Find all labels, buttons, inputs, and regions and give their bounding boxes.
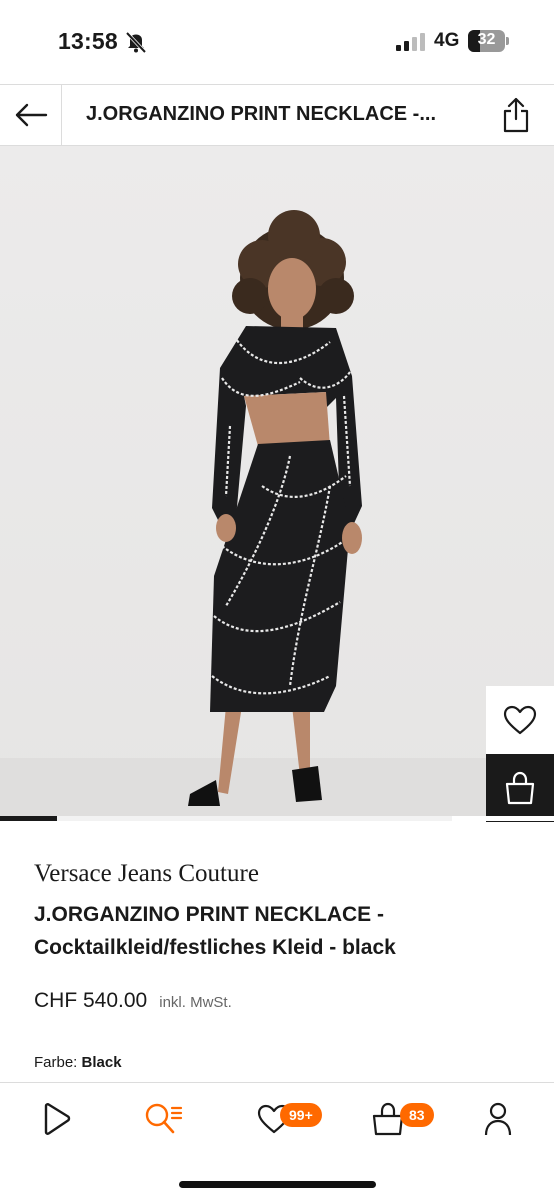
color-selection: Farbe: Black	[34, 1054, 122, 1071]
profile-icon	[484, 1102, 512, 1136]
bag-count-badge: 83	[400, 1103, 434, 1127]
share-icon	[503, 97, 529, 133]
back-arrow-icon	[15, 103, 47, 127]
bottom-navigation: 99+ 83	[0, 1082, 554, 1200]
tax-note: inkl. MwSt.	[159, 994, 232, 1011]
network-type: 4G	[434, 30, 460, 51]
search-icon	[145, 1103, 183, 1134]
status-bar: 13:58 4G 32	[0, 0, 554, 84]
battery-icon: 32	[468, 30, 510, 52]
nav-home[interactable]	[34, 1099, 78, 1139]
product-image[interactable]	[0, 146, 554, 820]
home-indicator	[179, 1181, 376, 1188]
model-illustration	[188, 210, 362, 806]
image-progress-indicator	[0, 816, 554, 821]
price-row: CHF 540.00 inkl. MwSt.	[34, 989, 232, 1013]
share-button[interactable]	[498, 95, 534, 135]
product-header: J.ORGANZINO PRINT NECKLACE -...	[0, 84, 554, 146]
bell-slash-icon	[125, 31, 147, 53]
color-value: Black	[81, 1054, 122, 1071]
battery-level: 32	[477, 31, 496, 48]
bag-icon	[505, 771, 535, 805]
home-icon	[44, 1103, 71, 1135]
wishlist-count-badge: 99+	[280, 1103, 322, 1127]
signal-icon	[396, 33, 425, 51]
page-title: J.ORGANZINO PRINT NECKLACE -...	[86, 103, 437, 125]
back-button[interactable]	[0, 85, 62, 145]
nav-profile[interactable]	[476, 1099, 520, 1139]
brand-name[interactable]: Versace Jeans Couture	[34, 860, 259, 888]
add-to-wishlist-button[interactable]	[486, 686, 554, 754]
color-label: Farbe:	[34, 1054, 78, 1071]
price: CHF 540.00	[34, 989, 148, 1012]
nav-search[interactable]	[142, 1099, 186, 1139]
product-name: J.ORGANZINO PRINT NECKLACE - Cocktailkle…	[34, 903, 396, 959]
add-to-bag-button[interactable]	[486, 754, 554, 822]
status-time: 13:58	[58, 28, 118, 54]
heart-icon	[503, 705, 537, 735]
